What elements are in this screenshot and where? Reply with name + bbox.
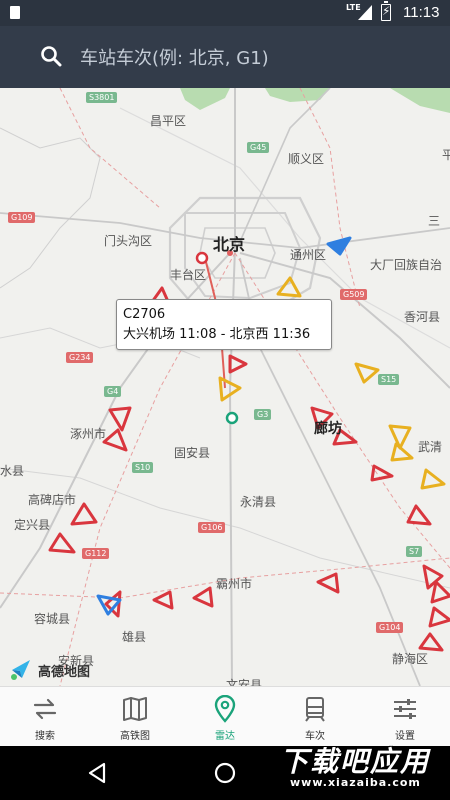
map-book-icon (123, 697, 147, 721)
map-label: 雄县 (122, 630, 147, 644)
road-shield: S10 (132, 462, 154, 473)
status-bar: LTE ⚡ 11:13 (0, 0, 450, 26)
map-label: 昌平区 (150, 114, 187, 128)
map-label-city: 廊坊 (314, 421, 342, 437)
map-label: 三 (428, 214, 441, 228)
map-label: 门头沟区 (104, 234, 153, 248)
map-label: 顺义区 (288, 152, 325, 166)
road-shield: G109 (8, 212, 36, 223)
signal-icon (358, 5, 372, 20)
watermark-url: www.xiazaiba.com (290, 776, 421, 789)
sliders-icon (394, 699, 416, 719)
amap-logo-text: 高德地图 (38, 665, 91, 680)
map-label-city: 北京 (213, 235, 246, 254)
map-label: 武清 (418, 440, 443, 454)
map-label: 定兴县 (14, 518, 51, 532)
map-label: 丰台区 (170, 268, 207, 282)
road-shield: G112 (82, 548, 110, 559)
search-bar[interactable]: 车站车次(例: 北京, G1) (0, 26, 450, 88)
clock: 11:13 (403, 4, 440, 21)
train-info-popup[interactable]: C2706 大兴机场 11:08 - 北京西 11:36 (116, 299, 332, 350)
road-shield: G3 (254, 409, 272, 420)
train-marker-blue (96, 236, 352, 616)
road-shield: G4 (104, 386, 122, 397)
home-icon[interactable] (211, 759, 239, 787)
map-view[interactable]: S3801 G45 G109 G509 G234 G4 G3 S15 S10 G… (0, 88, 450, 686)
road-shield: G509 (340, 289, 368, 300)
search-input[interactable]: 车站车次(例: 北京, G1) (80, 44, 269, 70)
road-shield: G45 (247, 142, 270, 153)
map-label: 高碑店市 (28, 493, 77, 507)
road-shield: S7 (406, 546, 423, 557)
map-label: 容城县 (34, 612, 71, 626)
sim-card-icon (10, 6, 20, 19)
nav-hsr-map[interactable]: 高铁图 (90, 687, 180, 747)
map-label: 大厂回族自治 (370, 258, 443, 272)
nav-search[interactable]: 搜索 (0, 687, 90, 747)
road-shield: S15 (378, 374, 400, 385)
map-label: 香河县 (404, 310, 441, 324)
nav-label: 搜索 (35, 731, 55, 742)
map-label: 通州区 (290, 248, 327, 262)
map-canvas (0, 88, 450, 686)
road-shield: G234 (66, 352, 94, 363)
road-shield: S3801 (86, 92, 118, 103)
watermark-text: 下载吧应用 (280, 745, 431, 778)
nav-label: 高铁图 (120, 731, 150, 742)
map-label: 霸州市 (216, 577, 253, 591)
map-label: 水县 (0, 464, 25, 478)
search-icon[interactable] (40, 45, 62, 67)
map-label: 文安县 (226, 678, 263, 686)
map-label: 固安县 (174, 446, 211, 460)
train-icon (305, 697, 325, 722)
nav-radar[interactable]: 雷达 (180, 687, 270, 747)
map-label: 平 (442, 148, 450, 162)
train-route: 大兴机场 11:08 - 北京西 11:36 (123, 327, 311, 342)
map-label: 永清县 (240, 495, 277, 509)
battery-charging-icon: ⚡ (381, 1, 391, 21)
road-shield: G106 (198, 522, 226, 533)
train-number: C2706 (123, 307, 166, 322)
nav-label: 雷达 (215, 731, 235, 742)
back-icon[interactable] (84, 759, 112, 787)
location-pin-icon (214, 695, 236, 723)
search-swap-icon (33, 698, 57, 720)
map-label: 静海区 (392, 652, 429, 666)
watermark: 下载吧应用 www.xiazaiba.com (268, 736, 448, 792)
road-shield: G104 (376, 622, 404, 633)
map-label: 涿州市 (70, 427, 107, 441)
amap-logo-icon (11, 660, 30, 680)
